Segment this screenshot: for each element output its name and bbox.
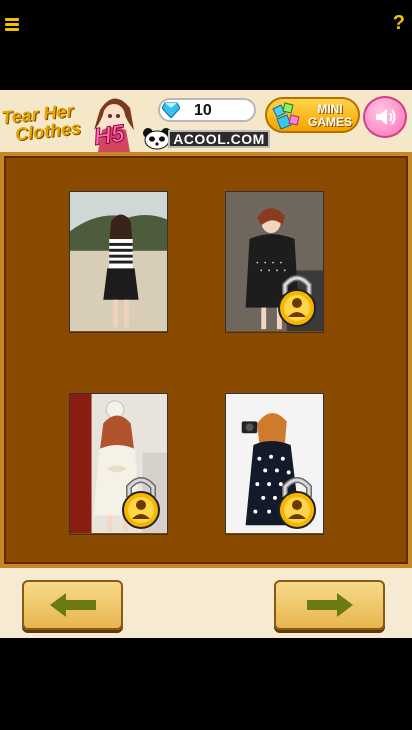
- girl-card-1[interactable]: [69, 191, 168, 333]
- mini-games-label: MINI GAMES: [303, 103, 357, 129]
- gem-count: 10: [194, 102, 212, 119]
- top-bar: ?: [0, 0, 412, 90]
- acool-link[interactable]: ACOOL.COM: [142, 128, 270, 150]
- speaker-icon: [376, 109, 396, 125]
- padlock-icon: [278, 275, 316, 327]
- girl-card-4[interactable]: [225, 393, 324, 535]
- help-button[interactable]: ?: [393, 12, 405, 35]
- arrow-left-icon: [49, 593, 96, 617]
- gems-icon: [272, 102, 300, 130]
- bottom-bar: [0, 638, 412, 730]
- hamburger-menu-icon[interactable]: [5, 18, 19, 32]
- previous-button[interactable]: [22, 580, 123, 630]
- footer-nav: [0, 568, 412, 638]
- padlock-icon: [278, 477, 316, 529]
- header-banner: Tear Her Clothes H5 10 ACOOL.COM MINI GA…: [0, 90, 412, 152]
- mini-games-line-2: GAMES: [307, 115, 352, 129]
- game-logo: Tear Her Clothes: [0, 99, 95, 144]
- game-screen: ? Tear Her Clothes H5 10 ACOOL.COM MINI …: [0, 0, 412, 730]
- girl-card-3[interactable]: [69, 393, 168, 535]
- diamond-icon: [162, 102, 180, 118]
- girl-photo: [70, 192, 167, 332]
- h5-badge: H5: [92, 120, 127, 152]
- mini-games-button[interactable]: MINI GAMES: [265, 97, 360, 133]
- site-label: ACOOL.COM: [168, 130, 270, 148]
- girl-card-2[interactable]: [225, 191, 324, 333]
- selection-frame: [0, 152, 412, 568]
- next-button[interactable]: [274, 580, 385, 630]
- padlock-icon: [122, 477, 160, 529]
- gem-counter: 10: [158, 98, 256, 122]
- sound-button[interactable]: [363, 96, 407, 138]
- arrow-right-icon: [306, 593, 353, 617]
- selection-panel: [4, 156, 408, 564]
